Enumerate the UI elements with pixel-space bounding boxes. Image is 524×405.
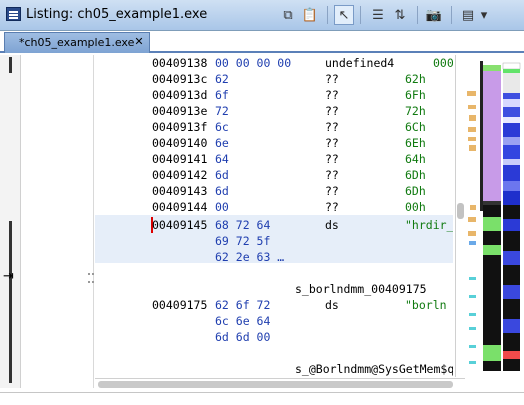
address: 0040913c	[152, 72, 208, 86]
copy-icon[interactable]: ⧉	[278, 5, 298, 25]
gutter-resize-handle[interactable]	[88, 273, 94, 283]
address: 0040913e	[152, 104, 208, 118]
bytes: 00 00 00 00	[215, 56, 292, 70]
tab-ch05-example1[interactable]: *ch05_example1.exe ✕	[4, 32, 150, 53]
operand: 6Eh	[405, 136, 426, 150]
address: 00409142	[152, 168, 208, 182]
mnemonic: undefined4	[325, 56, 395, 70]
bytes: 6c	[215, 120, 229, 134]
address: 00409143	[152, 184, 208, 198]
bytes: 6d	[215, 168, 229, 182]
tab-strip: *ch05_example1.exe ✕	[0, 31, 524, 53]
operand: 6Dh	[405, 184, 426, 198]
paste-icon[interactable]: 📋	[300, 5, 320, 25]
diff-icon[interactable]: ⇅	[390, 5, 410, 25]
operand: 0000000	[433, 56, 453, 70]
operand: 00h	[405, 200, 426, 214]
mnemonic: ??	[325, 136, 339, 150]
operand: 6Fh	[405, 88, 426, 102]
operand: 62h	[405, 72, 426, 86]
mnemonic: ds	[325, 218, 339, 232]
bytes: 72	[215, 104, 229, 118]
vertical-scroll-thumb[interactable]	[457, 203, 464, 219]
window-bottom-border	[0, 392, 524, 405]
entropy-overview-strip	[502, 62, 521, 371]
bytes: 6d 6d 00	[215, 330, 271, 344]
close-icon[interactable]: ✕	[133, 36, 145, 48]
address: 00409140	[152, 136, 208, 150]
bytes: 6f	[215, 88, 229, 102]
bookmark-marker-strip	[467, 91, 476, 364]
operand: "borln	[405, 298, 447, 312]
address: 00409141	[152, 152, 208, 166]
flow-arrow-gutter	[22, 55, 94, 388]
horizontal-scroll-thumb[interactable]	[98, 381, 453, 388]
margin-marker	[9, 221, 12, 383]
mnemonic: ??	[325, 200, 339, 214]
title-bar: Listing: ch05_example1.exe ⧉ 📋 ↖ ☰ ⇅ 📷 ▤…	[0, 0, 524, 31]
field-layout-icon[interactable]: ☰	[368, 5, 388, 25]
menu-dropdown-icon[interactable]: ▾	[478, 5, 490, 25]
bytes: 62	[215, 72, 229, 86]
horizontal-scrollbar[interactable]	[95, 378, 465, 389]
margin-marker	[9, 57, 12, 73]
bytes: 64	[215, 152, 229, 166]
mnemonic: ds	[325, 298, 339, 312]
resize-cursor-icon: ⇥	[3, 269, 14, 284]
snapshot-camera-icon[interactable]: 📷	[424, 5, 444, 25]
address: 00409175	[152, 298, 208, 312]
mnemonic: ??	[325, 152, 339, 166]
bytes: 62 6f 72	[215, 298, 271, 312]
tab-label: *ch05_example1.exe	[19, 36, 135, 49]
toolbar-separator	[360, 6, 361, 24]
mnemonic: ??	[325, 120, 339, 134]
toolbar-separator	[327, 6, 328, 24]
address: 00409144	[152, 200, 208, 214]
address: 00409145	[152, 218, 208, 232]
section-overview-strip	[480, 61, 501, 371]
operand: "hrdir_	[405, 218, 453, 232]
cursor-select-icon[interactable]: ↖	[334, 5, 354, 25]
mnemonic: ??	[325, 72, 339, 86]
label: s_borlndmm_00409175	[295, 282, 427, 296]
mnemonic: ??	[325, 168, 339, 182]
mnemonic: ??	[325, 88, 339, 102]
bytes: 6d	[215, 184, 229, 198]
mnemonic: ??	[325, 184, 339, 198]
bytes: 69 72 5f	[215, 234, 271, 248]
toolbar-separator	[417, 6, 418, 24]
address: 00409138	[152, 56, 208, 70]
bytes: 00	[215, 200, 229, 214]
bytes: 62 2e 63 …	[215, 250, 285, 264]
operand: 6Ch	[405, 120, 426, 134]
operand: 72h	[405, 104, 426, 118]
mnemonic: ??	[325, 104, 339, 118]
display-options-icon[interactable]: ▤	[458, 5, 478, 25]
label: s_@Borlndmm@SysGetMem$q	[295, 362, 453, 376]
toolbar-separator	[451, 6, 452, 24]
bytes: 6c 6e 64	[215, 314, 271, 328]
address: 0040913d	[152, 88, 208, 102]
window-title: Listing: ch05_example1.exe	[26, 7, 208, 22]
address: 0040913f	[152, 120, 208, 134]
listing-view[interactable]: 00409138 00 00 00 00 undefined4 0000000 …	[95, 55, 453, 377]
operand: 64h	[405, 152, 426, 166]
overview-bars[interactable]	[466, 55, 522, 388]
listing-window-icon	[6, 7, 21, 21]
bytes: 68 72 64	[215, 218, 271, 232]
left-margin: ⇥	[0, 55, 21, 388]
operand: 6Dh	[405, 168, 426, 182]
vertical-scrollbar[interactable]	[455, 55, 465, 377]
navigation-overview[interactable]	[466, 55, 522, 388]
bytes: 6e	[215, 136, 229, 150]
